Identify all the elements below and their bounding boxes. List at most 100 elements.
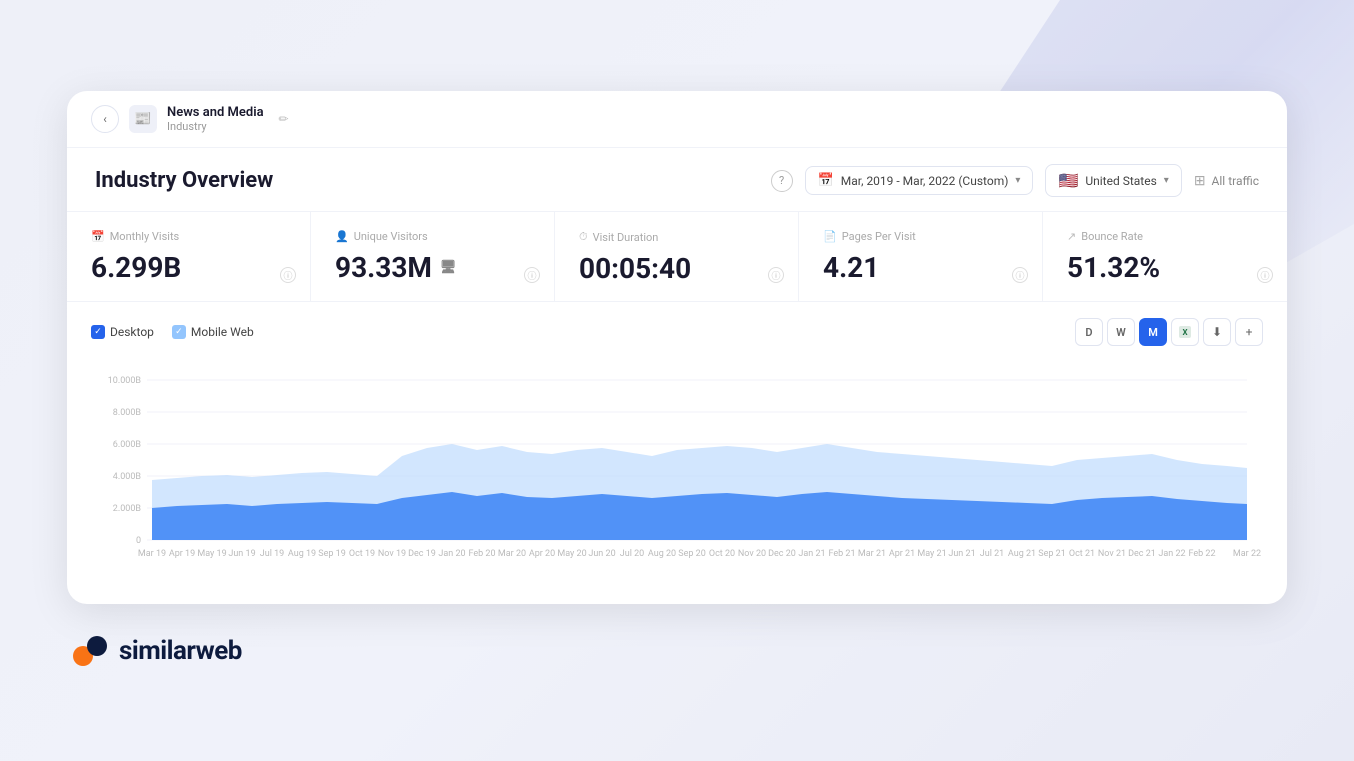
svg-text:4.000B: 4.000B [113, 472, 142, 482]
svg-text:Aug 19: Aug 19 [288, 549, 316, 559]
svg-text:Dec 19: Dec 19 [408, 549, 436, 559]
svg-text:Mar 22: Mar 22 [1233, 549, 1261, 559]
svg-text:10.000B: 10.000B [108, 376, 142, 386]
date-filter-dropdown[interactable]: 📅 Mar, 2019 - Mar, 2022 (Custom) ▾ [805, 166, 1034, 195]
main-card: ‹ 📰 News and Media Industry ✏ Industry O… [67, 91, 1287, 604]
question-icon: ? [779, 174, 784, 187]
download-icon: ⬇ [1212, 325, 1222, 339]
monthly-visits-icon: 📅 [91, 230, 105, 243]
visit-duration-icon: ⏱ [579, 230, 588, 244]
brand-logo: similarweb [71, 632, 242, 670]
metric-pages-per-visit-value: 4.21 [823, 251, 1018, 284]
svg-text:May 19: May 19 [197, 549, 226, 559]
dropdown-arrow-icon: ▾ [1015, 175, 1020, 186]
download-button[interactable]: ⬇ [1203, 318, 1231, 346]
legend-desktop-checkbox: ✓ [91, 325, 105, 339]
country-filter-dropdown[interactable]: 🇺🇸 United States ▾ [1045, 164, 1181, 197]
excel-icon: X [1178, 325, 1192, 339]
unique-visitors-info-button[interactable]: ⓘ [524, 267, 540, 283]
brand-name: similarweb [119, 636, 242, 666]
time-btn-w[interactable]: W [1107, 318, 1135, 346]
svg-text:Feb 20: Feb 20 [468, 549, 495, 559]
svg-text:6.000B: 6.000B [113, 440, 142, 450]
chart-legend: ✓ Desktop ✓ Mobile Web [91, 325, 254, 339]
similarweb-logo-icon [71, 632, 109, 670]
svg-text:Feb 21: Feb 21 [828, 549, 855, 559]
edit-button[interactable]: ✏ [274, 109, 294, 129]
flag-icon: 🇺🇸 [1058, 171, 1078, 190]
legend-mobile-label: Mobile Web [191, 325, 254, 339]
svg-text:Nov 20: Nov 20 [738, 549, 766, 559]
unique-visitors-icon: 👤 [335, 230, 349, 243]
legend-mobile-check: ✓ [175, 327, 183, 337]
time-btn-d[interactable]: D [1075, 318, 1103, 346]
legend-mobile-checkbox: ✓ [172, 325, 186, 339]
svg-text:Oct 19: Oct 19 [349, 549, 375, 559]
pages-per-visit-info-button[interactable]: ⓘ [1012, 267, 1028, 283]
monthly-visits-info-button[interactable]: ⓘ [280, 267, 296, 283]
help-button[interactable]: ? [771, 170, 793, 192]
date-filter-label: Mar, 2019 - Mar, 2022 (Custom) [841, 174, 1009, 188]
svg-text:2.000B: 2.000B [113, 504, 142, 514]
metric-bounce-rate-value: 51.32% [1067, 251, 1263, 284]
metric-unique-visitors-label: 👤 Unique Visitors [335, 230, 530, 243]
chart-area: ✓ Desktop ✓ Mobile Web D W M [67, 302, 1287, 604]
main-wrapper: ‹ 📰 News and Media Industry ✏ Industry O… [67, 91, 1287, 670]
svg-text:Mar 21: Mar 21 [858, 549, 886, 559]
legend-desktop[interactable]: ✓ Desktop [91, 325, 154, 339]
back-button[interactable]: ‹ [91, 105, 119, 133]
breadcrumb-text: News and Media Industry [167, 105, 264, 133]
back-icon: ‹ [103, 112, 107, 126]
svg-text:8.000B: 8.000B [113, 408, 142, 418]
calendar-icon: 📅 [818, 173, 834, 188]
svg-text:May 21: May 21 [917, 549, 946, 559]
svg-text:Dec 21: Dec 21 [1128, 549, 1156, 559]
bounce-rate-info-button[interactable]: ⓘ [1257, 267, 1273, 283]
traffic-filter: ⊞ All traffic [1194, 173, 1259, 189]
legend-mobile[interactable]: ✓ Mobile Web [172, 325, 254, 339]
chart-controls: ✓ Desktop ✓ Mobile Web D W M [91, 318, 1263, 346]
breadcrumb-subtitle: Industry [167, 120, 264, 133]
time-btn-m[interactable]: M [1139, 318, 1167, 346]
header-row: Industry Overview ? 📅 Mar, 2019 - Mar, 2… [67, 148, 1287, 212]
svg-text:Apr 21: Apr 21 [889, 549, 915, 559]
metric-monthly-visits-value: 6.299B [91, 251, 286, 284]
monitor-icon: 🖥 [440, 260, 457, 275]
svg-text:Jun 20: Jun 20 [588, 549, 615, 559]
svg-text:Nov 21: Nov 21 [1098, 549, 1126, 559]
svg-text:Aug 20: Aug 20 [648, 549, 676, 559]
svg-text:Nov 19: Nov 19 [378, 549, 406, 559]
area-chart: 10.000B 8.000B 6.000B 4.000B 2.000B 0 Ma… [91, 360, 1263, 580]
svg-text:Apr 19: Apr 19 [169, 549, 195, 559]
legend-desktop-check: ✓ [94, 327, 102, 337]
excel-export-button[interactable]: X [1171, 318, 1199, 346]
legend-desktop-label: Desktop [110, 325, 154, 339]
visit-duration-info-button[interactable]: ⓘ [768, 267, 784, 283]
metric-visit-duration-label: ⏱ Visit Duration [579, 230, 774, 244]
metric-unique-visitors-value: 93.33M 🖥 [335, 251, 530, 284]
metric-unique-visitors: 👤 Unique Visitors 93.33M 🖥 ⓘ [311, 212, 555, 301]
industry-icon: 📰 [134, 111, 151, 127]
svg-text:Dec 20: Dec 20 [768, 549, 796, 559]
breadcrumb-icon: 📰 [129, 105, 157, 133]
svg-text:Jul 20: Jul 20 [620, 549, 644, 559]
svg-text:0: 0 [136, 536, 141, 546]
add-button[interactable]: + [1235, 318, 1263, 346]
metric-bounce-rate-label: ↗ Bounce Rate [1067, 230, 1263, 243]
top-bar: ‹ 📰 News and Media Industry ✏ [67, 91, 1287, 148]
add-icon: + [1246, 325, 1253, 339]
metric-monthly-visits-label: 📅 Monthly Visits [91, 230, 286, 243]
page-title: Industry Overview [95, 168, 759, 193]
svg-text:Sep 20: Sep 20 [678, 549, 706, 559]
country-dropdown-arrow-icon: ▾ [1164, 175, 1169, 186]
svg-text:Jan 21: Jan 21 [798, 549, 825, 559]
metric-visit-duration: ⏱ Visit Duration 00:05:40 ⓘ [555, 212, 799, 301]
pages-per-visit-icon: 📄 [823, 230, 837, 243]
metric-visit-duration-value: 00:05:40 [579, 252, 774, 285]
edit-icon-symbol: ✏ [279, 112, 289, 126]
country-label: United States [1085, 174, 1156, 188]
svg-text:Mar 20: Mar 20 [498, 549, 526, 559]
metric-monthly-visits: 📅 Monthly Visits 6.299B ⓘ [67, 212, 311, 301]
svg-text:X: X [1182, 328, 1187, 337]
traffic-icon: ⊞ [1194, 173, 1206, 189]
